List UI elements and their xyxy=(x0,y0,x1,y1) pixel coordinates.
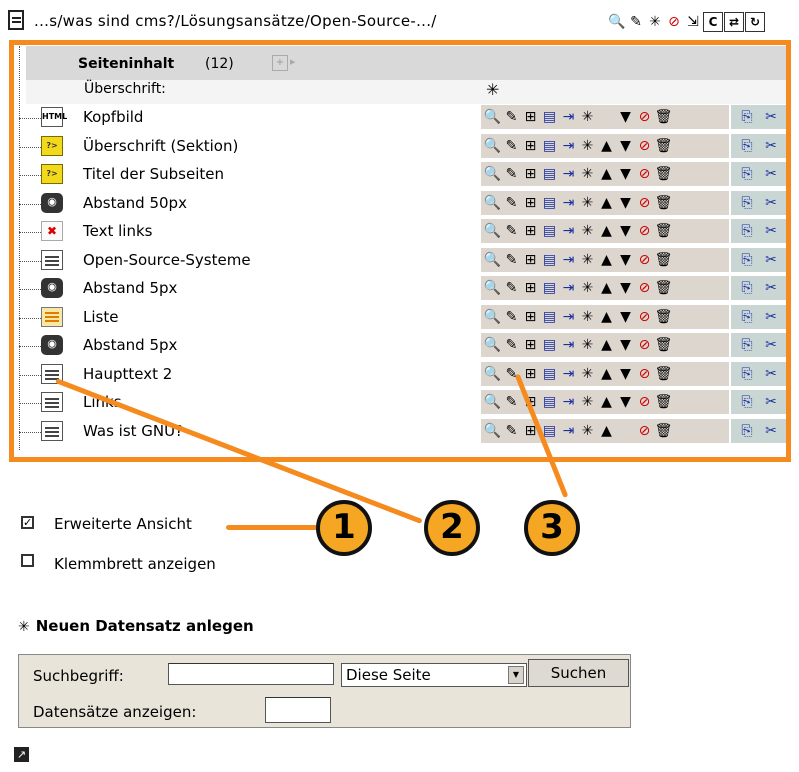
toggle-icon[interactable]: ⇄ xyxy=(724,12,744,32)
callout-badge-3: 3 xyxy=(524,500,580,556)
open-new-window-icon[interactable]: ↗ xyxy=(14,747,29,762)
search-panel: Suchbegriff: Diese Seite ▼ Suchen Datens… xyxy=(18,654,631,728)
new-icon[interactable]: ✳ xyxy=(646,12,664,34)
path-bar: ...s/was sind cms?/Lösungsansätze/Open-S… xyxy=(0,4,799,38)
extended-view-label: Erweiterte Ansicht xyxy=(54,515,192,533)
clear-cache-icon[interactable]: C xyxy=(703,12,723,32)
search-term-label: Suchbegriff: xyxy=(33,667,124,685)
page-icon xyxy=(8,10,24,30)
clipboard-checkbox[interactable] xyxy=(21,554,34,567)
new-record-icon: ✳ xyxy=(18,619,30,635)
callout-line-1 xyxy=(226,525,318,530)
new-record-label: Neuen Datensatz anlegen xyxy=(35,617,254,635)
highlight-frame xyxy=(9,40,791,462)
page-toolbar: 🔍 ✎ ✳ ⊘ ⇲ C ⇄ ↻ xyxy=(608,12,765,34)
reload-icon[interactable]: ↻ xyxy=(745,12,765,32)
export-icon[interactable]: ⇲ xyxy=(684,12,702,34)
chevron-down-icon[interactable]: ▼ xyxy=(508,666,524,684)
search-button[interactable]: Suchen xyxy=(528,659,629,687)
search-scope-value: Diese Seite xyxy=(346,666,431,684)
records-label: Datensätze anzeigen: xyxy=(33,703,197,721)
search-input[interactable] xyxy=(168,663,334,685)
clipboard-label: Klemmbrett anzeigen xyxy=(54,555,216,573)
callout-badge-2: 2 xyxy=(424,500,480,556)
extended-view-checkbox[interactable]: ✓ xyxy=(21,516,34,529)
disable-icon[interactable]: ⊘ xyxy=(665,12,683,34)
edit-icon[interactable]: ✎ xyxy=(627,12,645,34)
search-icon[interactable]: 🔍 xyxy=(608,12,626,34)
callout-badge-1: 1 xyxy=(316,500,372,556)
records-input[interactable] xyxy=(265,697,331,723)
breadcrumb-path: ...s/was sind cms?/Lösungsansätze/Open-S… xyxy=(34,12,437,30)
search-scope-select[interactable]: Diese Seite ▼ xyxy=(341,663,527,687)
new-record-link[interactable]: ✳ Neuen Datensatz anlegen xyxy=(18,617,254,635)
